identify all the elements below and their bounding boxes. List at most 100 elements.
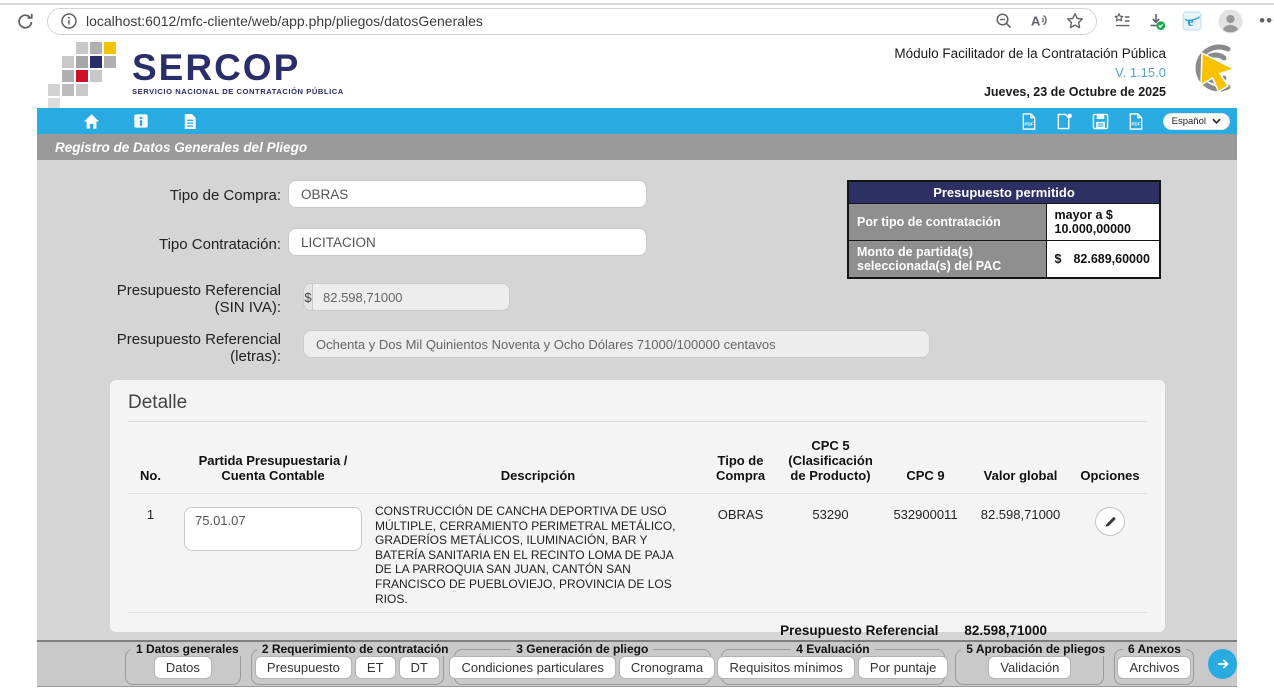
requisitos-minimos-button[interactable]: Requisitos mínimos xyxy=(717,656,854,679)
downloads-icon[interactable] xyxy=(1147,12,1166,31)
url-text[interactable]: localhost:6012/mfc-cliente/web/app.php/p… xyxy=(86,13,987,29)
col-header-descripcion: Descripción xyxy=(373,468,703,483)
step-group-datos-generales: 1 Datos generales Datos xyxy=(125,642,241,685)
site-info-icon[interactable] xyxy=(60,12,78,30)
info-button[interactable] xyxy=(133,113,149,129)
cronograma-button[interactable]: Cronograma xyxy=(619,656,715,679)
et-button[interactable]: ET xyxy=(355,656,396,679)
detalle-table-header: No. Partida Presupuestaria / Cuenta Cont… xyxy=(128,438,1147,494)
row-number: 1 xyxy=(128,502,173,522)
footer-label: Presupuesto Referencial xyxy=(780,623,938,638)
collections-icon[interactable] xyxy=(1113,12,1131,30)
svg-text:PDF: PDF xyxy=(1024,121,1033,126)
currency-addon: $ xyxy=(304,284,313,310)
budget-amount: 82.689,60000 xyxy=(1073,252,1149,266)
sercop-logo-mosaic-icon xyxy=(48,42,120,108)
step-group-anexos: 6 Anexos Archivos xyxy=(1114,642,1194,685)
presupuesto-permitido-table: Presupuesto permitido Por tipo de contra… xyxy=(847,180,1161,279)
document-icon xyxy=(182,113,198,130)
col-header-valor-global: Valor global xyxy=(968,468,1073,483)
arrow-right-icon xyxy=(1215,656,1231,672)
pdf-file-icon: PDF xyxy=(1128,113,1144,130)
browser-chrome: localhost:6012/mfc-cliente/web/app.php/p… xyxy=(0,0,1274,36)
col-header-partida: Partida Presupuestaria / Cuenta Contable xyxy=(173,453,373,483)
brand-title: SERCOP xyxy=(132,50,344,86)
svg-text:PDF: PDF xyxy=(1131,121,1140,126)
module-title: Módulo Facilitador de la Contratación Pú… xyxy=(894,46,1166,61)
budget-row-value: $ 82.689,60000 xyxy=(1046,241,1160,279)
validacion-button[interactable]: Validación xyxy=(988,656,1071,679)
new-document-icon xyxy=(1056,113,1073,130)
table-row: 1 75.01.07 CONSTRUCCIÓN DE CANCHA DEPORT… xyxy=(128,494,1147,613)
zoom-out-icon[interactable] xyxy=(995,12,1013,30)
budget-table-title: Presupuesto permitido xyxy=(848,181,1160,204)
reload-icon xyxy=(16,12,35,31)
tipo-contratacion-input[interactable] xyxy=(288,228,647,256)
save-button[interactable] xyxy=(1092,113,1109,130)
window-divider xyxy=(0,3,1274,5)
col-header-tipo-compra: Tipo de Compra xyxy=(703,453,778,483)
profile-avatar[interactable] xyxy=(1218,9,1243,34)
partida-input[interactable]: 75.01.07 xyxy=(184,507,362,551)
new-document-button[interactable] xyxy=(1056,113,1073,130)
read-aloud-icon[interactable]: A xyxy=(1030,12,1049,30)
budget-row-label: Monto de partida(s) seleccionada(s) del … xyxy=(848,241,1046,279)
current-date: Jueves, 23 de Octubre de 2025 xyxy=(894,85,1166,99)
tipo-compra-input[interactable] xyxy=(288,180,647,208)
presupuesto-sin-iva-input[interactable] xyxy=(313,284,509,310)
page-title-bar: Registro de Datos Generales del Pliego xyxy=(37,134,1237,160)
next-step-button[interactable] xyxy=(1208,649,1237,679)
col-header-cpc5: CPC 5 (Clasificación de Producto) xyxy=(778,438,883,483)
export-pdf-button[interactable]: PDF xyxy=(1021,113,1037,130)
more-menu-icon[interactable]: ••• xyxy=(1259,11,1274,31)
cpc9-value: 532900011 xyxy=(883,502,968,522)
condiciones-particulares-button[interactable]: Condiciones particulares xyxy=(449,656,615,679)
pdf-file-icon: PDF xyxy=(1021,113,1037,130)
presupuesto-button[interactable]: Presupuesto xyxy=(255,656,352,679)
svg-text:A: A xyxy=(1031,14,1041,29)
edit-row-button[interactable] xyxy=(1095,507,1125,536)
chevron-down-icon xyxy=(1212,118,1221,124)
presupuesto-letras-label: Presupuesto Referencial (letras): xyxy=(37,331,281,365)
language-label: Español xyxy=(1172,116,1206,127)
archivos-button[interactable]: Archivos xyxy=(1117,656,1191,679)
info-icon xyxy=(133,113,149,129)
mfc-swirl-logo-icon xyxy=(1172,40,1246,98)
tipo-contratacion-label: Tipo Contratación: xyxy=(37,236,281,253)
divider xyxy=(128,421,1147,422)
presupuesto-letras-input[interactable] xyxy=(303,330,930,358)
valor-global-value: 82.598,71000 xyxy=(968,502,1073,522)
detalle-footer: Presupuesto Referencial 82.598,71000 xyxy=(128,613,1147,638)
datos-button[interactable]: Datos xyxy=(154,656,212,679)
col-header-cpc9: CPC 9 xyxy=(883,468,968,483)
main-content: Tipo de Compra: Tipo Contratación: Presu… xyxy=(37,160,1237,640)
svg-text:e: e xyxy=(1188,15,1194,30)
home-icon xyxy=(83,113,100,130)
footer-total: 82.598,71000 xyxy=(964,623,1047,638)
language-select[interactable]: Español xyxy=(1163,113,1230,130)
document-button[interactable] xyxy=(182,113,198,130)
por-puntaje-button[interactable]: Por puntaje xyxy=(858,656,949,679)
page-title: Registro de Datos Generales del Pliego xyxy=(55,140,307,155)
home-button[interactable] xyxy=(83,113,100,130)
dt-button[interactable]: DT xyxy=(399,656,440,679)
col-header-opciones: Opciones xyxy=(1073,468,1147,483)
reload-button[interactable] xyxy=(16,12,35,31)
ie-mode-icon[interactable]: e xyxy=(1182,11,1202,31)
print-pdf-button[interactable]: PDF xyxy=(1128,113,1144,130)
address-bar[interactable]: localhost:6012/mfc-cliente/web/app.php/p… xyxy=(47,8,1097,35)
budget-row-label: Por tipo de contratación xyxy=(848,204,1046,241)
currency-symbol: $ xyxy=(1055,252,1062,266)
sercop-logo: SERCOP SERVICIO NACIONAL DE CONTRATACIÓN… xyxy=(48,42,344,108)
step-group-aprobacion: 5 Aprobación de pliegos Validación xyxy=(955,642,1104,685)
step-group-evaluacion: 4 Evaluación Requisitos mínimos Por punt… xyxy=(721,642,946,685)
step-group-generacion-pliego: 3 Generación de pliego Condiciones parti… xyxy=(454,642,711,685)
descripcion-text: CONSTRUCCIÓN DE CANCHA DEPORTIVA DE USO … xyxy=(373,502,703,606)
col-header-no: No. xyxy=(128,468,173,483)
detalle-title: Detalle xyxy=(128,392,1147,414)
budget-row-value: mayor a $ 10.000,00000 xyxy=(1046,204,1160,241)
presupuesto-sin-iva-group: $ xyxy=(303,283,510,311)
presupuesto-sin-iva-label: Presupuesto Referencial (SIN IVA): xyxy=(37,282,281,316)
favorite-star-icon[interactable] xyxy=(1066,12,1084,30)
pencil-icon xyxy=(1103,514,1118,529)
